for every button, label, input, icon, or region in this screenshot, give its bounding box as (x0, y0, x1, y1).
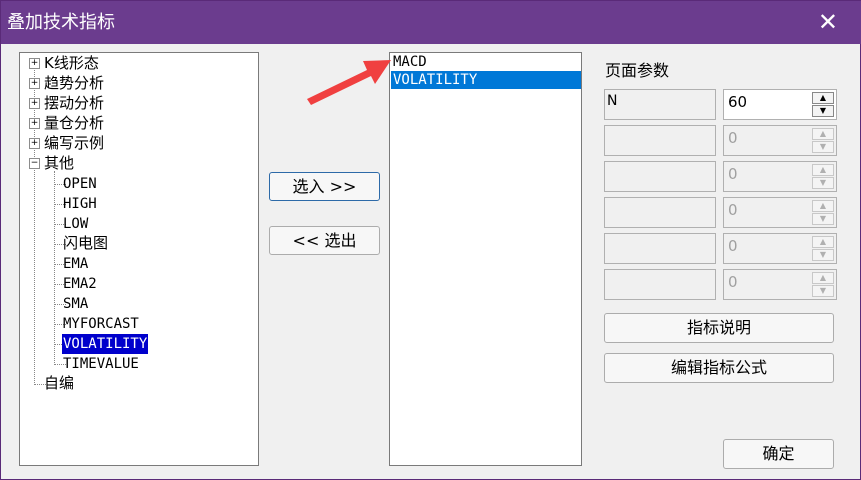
tree-group-examples[interactable]: 编写示例 (44, 133, 104, 153)
spin-up-icon: ▲ (812, 272, 834, 284)
param-spinner-disabled: 0 ▲ ▼ (723, 233, 837, 264)
tree-leaf-low[interactable]: LOW (63, 214, 88, 234)
spin-up-icon: ▲ (812, 128, 834, 140)
plus-box-icon[interactable]: + (29, 58, 40, 69)
tree-group-volume[interactable]: 量仓分析 (44, 113, 104, 133)
plus-box-icon[interactable]: + (29, 98, 40, 109)
window-title: 叠加技术指标 (7, 12, 115, 33)
dialog-window: 叠加技术指标 ✕ + K线形态 + 趋势分析 + 摆动分析 + 量仓分析 + 编… (0, 0, 861, 480)
spin-up-icon: ▲ (812, 236, 834, 248)
tree-group-trend[interactable]: 趋势分析 (44, 73, 104, 93)
list-item-macd[interactable]: MACD (391, 53, 581, 71)
tree-leaf-volatility-selected[interactable]: VOLATILITY (62, 334, 149, 354)
param-value[interactable]: 60 (728, 93, 747, 111)
param-name (604, 161, 716, 192)
edit-formula-button[interactable]: 编辑指标公式 (604, 353, 834, 383)
params-group-label: 页面参数 (605, 61, 670, 80)
param-name (604, 269, 716, 300)
param-spinner[interactable]: 60 ▲ ▼ (723, 89, 837, 120)
spin-down-icon: ▼ (812, 285, 834, 297)
tree-group-k-pattern[interactable]: K线形态 (44, 53, 99, 73)
selected-indicator-list[interactable]: MACD VOLATILITY (389, 52, 582, 466)
tree-leaf-sma[interactable]: SMA (63, 294, 88, 314)
param-spinner-disabled: 0 ▲ ▼ (723, 161, 837, 192)
plus-box-icon[interactable]: + (29, 78, 40, 89)
param-name (604, 233, 716, 264)
param-name (604, 197, 716, 228)
close-icon[interactable]: ✕ (818, 10, 838, 34)
remove-button[interactable]: << 选出 (269, 226, 380, 255)
spin-down-icon: ▼ (812, 249, 834, 261)
tree-leaf-lightning[interactable]: 闪电图 (63, 233, 108, 253)
param-spinner-disabled: 0 ▲ ▼ (723, 269, 837, 300)
tree-item-custom[interactable]: 自编 (44, 373, 74, 393)
spin-down-icon: ▼ (812, 213, 834, 225)
spin-up-icon: ▲ (812, 164, 834, 176)
param-value: 0 (728, 129, 738, 147)
list-item-volatility-selected[interactable]: VOLATILITY (391, 71, 581, 89)
param-value: 0 (728, 165, 738, 183)
param-name: N (604, 89, 716, 120)
tree-leaf-ema2[interactable]: EMA2 (63, 274, 97, 294)
tree-connector (34, 63, 35, 385)
param-value: 0 (728, 273, 738, 291)
param-value: 0 (728, 201, 738, 219)
minus-box-icon[interactable]: − (29, 158, 40, 169)
param-spinner-disabled: 0 ▲ ▼ (723, 125, 837, 156)
param-name-text: N (607, 93, 618, 109)
param-spinner-disabled: 0 ▲ ▼ (723, 197, 837, 228)
spin-down-icon[interactable]: ▼ (812, 105, 834, 117)
spin-down-icon: ▼ (812, 177, 834, 189)
spin-up-icon[interactable]: ▲ (812, 92, 834, 104)
plus-box-icon[interactable]: + (29, 138, 40, 149)
red-arrow-annotation-icon (307, 60, 391, 105)
param-value: 0 (728, 237, 738, 255)
tree-leaf-high[interactable]: HIGH (63, 194, 97, 214)
title-bar: 叠加技术指标 ✕ (1, 1, 861, 44)
tree-leaf-myforcast[interactable]: MYFORCAST (63, 314, 139, 334)
tree-group-oscillator[interactable]: 摆动分析 (44, 93, 104, 113)
tree-group-other[interactable]: 其他 (44, 153, 74, 173)
tree-leaf-open[interactable]: OPEN (63, 174, 97, 194)
indicator-tree[interactable]: + K线形态 + 趋势分析 + 摆动分析 + 量仓分析 + 编写示例 − 其他 … (19, 52, 259, 466)
add-button[interactable]: 选入 >> (269, 172, 380, 201)
tree-leaf-ema[interactable]: EMA (63, 254, 88, 274)
ok-button[interactable]: 确定 (723, 439, 834, 469)
param-name (604, 125, 716, 156)
tree-connector (54, 171, 55, 365)
spin-up-icon: ▲ (812, 200, 834, 212)
tree-leaf-timevalue[interactable]: TIMEVALUE (63, 354, 139, 374)
spin-down-icon: ▼ (812, 141, 834, 153)
plus-box-icon[interactable]: + (29, 118, 40, 129)
describe-button[interactable]: 指标说明 (604, 313, 834, 343)
